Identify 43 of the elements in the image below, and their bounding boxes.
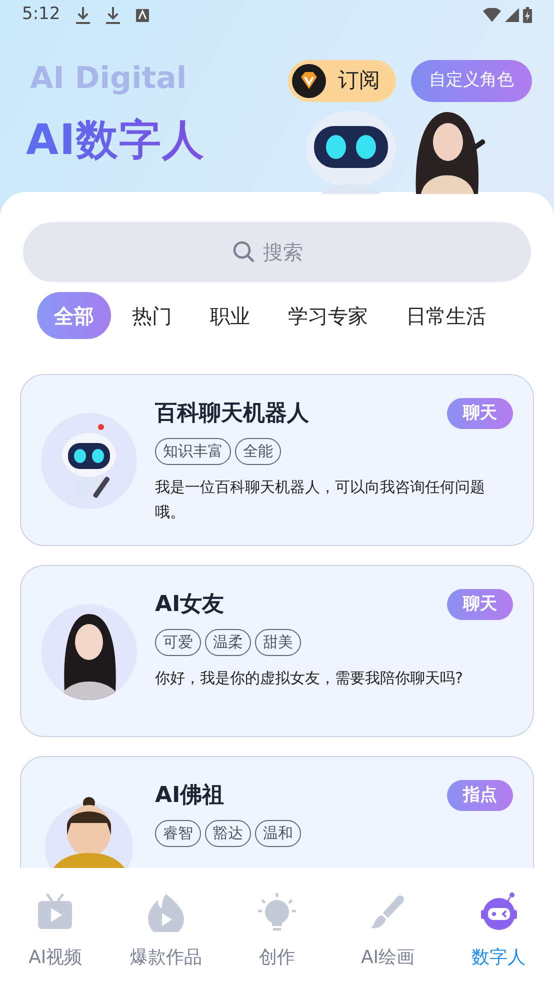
subscribe-button[interactable]: 订阅 bbox=[288, 60, 396, 102]
download-icon bbox=[76, 6, 90, 24]
tag-label: 豁达 bbox=[205, 820, 251, 846]
category-tab[interactable]: 日常生活 bbox=[389, 292, 503, 339]
chat-button[interactable]: 聊天 bbox=[447, 589, 513, 620]
tag-label: 甜美 bbox=[255, 629, 301, 656]
robot-icon bbox=[478, 892, 519, 932]
persona-description: 你好，我是你的虚拟女友，需要我陪你聊天吗? bbox=[155, 668, 464, 688]
persona-description: 我是一位百科聊天机器人，可以向我咨询任何问题哦。 bbox=[155, 476, 486, 522]
keyboard-icon bbox=[136, 8, 150, 22]
tag-label: 可爱 bbox=[155, 629, 201, 656]
custom-role-button[interactable]: 自定义角色 bbox=[411, 60, 532, 102]
category-tab[interactable]: 全部 bbox=[37, 292, 111, 339]
persona-name: AI佛祖 bbox=[155, 782, 224, 810]
search-icon bbox=[233, 241, 255, 263]
tag-label: 全能 bbox=[235, 438, 281, 464]
tag-label: 温和 bbox=[255, 820, 301, 846]
flame-icon bbox=[146, 892, 186, 932]
category-tab[interactable]: 职业 bbox=[193, 292, 267, 339]
chat-button[interactable]: 聊天 bbox=[447, 398, 513, 429]
nav-tab[interactable]: AI视频 bbox=[0, 868, 111, 986]
category-tab[interactable]: 学习专家 bbox=[271, 292, 385, 339]
persona-card[interactable]: AI佛祖 指点 睿智 豁达 温和 bbox=[20, 756, 534, 868]
search-field[interactable]: 搜索 bbox=[261, 236, 321, 268]
nav-tab[interactable]: 数字人 bbox=[443, 868, 554, 986]
nav-tab[interactable]: 创作 bbox=[222, 868, 332, 986]
persona-name: AI女友 bbox=[155, 591, 224, 619]
signal-icon bbox=[505, 8, 519, 22]
status-time: 5:12 bbox=[22, 3, 60, 26]
persona-card[interactable]: 百科聊天机器人 聊天 知识丰富 全能 我是一位百科聊天机器人，可以向我咨询任何问题哦。 bbox=[20, 374, 534, 546]
tag-label: 温柔 bbox=[205, 629, 251, 656]
tag-label: 知识丰富 bbox=[155, 438, 231, 464]
persona-card[interactable]: AI女友 聊天 可爱 温柔 甜美 你好，我是你的虚拟女友，需要我陪你聊天吗? bbox=[20, 565, 534, 737]
nav-tab[interactable]: 爆款作品 bbox=[110, 868, 222, 986]
chat-button[interactable]: 指点 bbox=[447, 780, 513, 811]
category-tab[interactable]: 热门 bbox=[115, 292, 189, 339]
battery-icon bbox=[523, 7, 532, 23]
wifi-icon bbox=[483, 8, 501, 22]
nav-tab[interactable]: AI绘画 bbox=[332, 868, 444, 986]
download-icon bbox=[106, 6, 120, 24]
lightbulb-icon bbox=[256, 892, 297, 932]
tag-label: 睿智 bbox=[155, 820, 201, 846]
persona-name: 百科聊天机器人 bbox=[155, 400, 309, 428]
